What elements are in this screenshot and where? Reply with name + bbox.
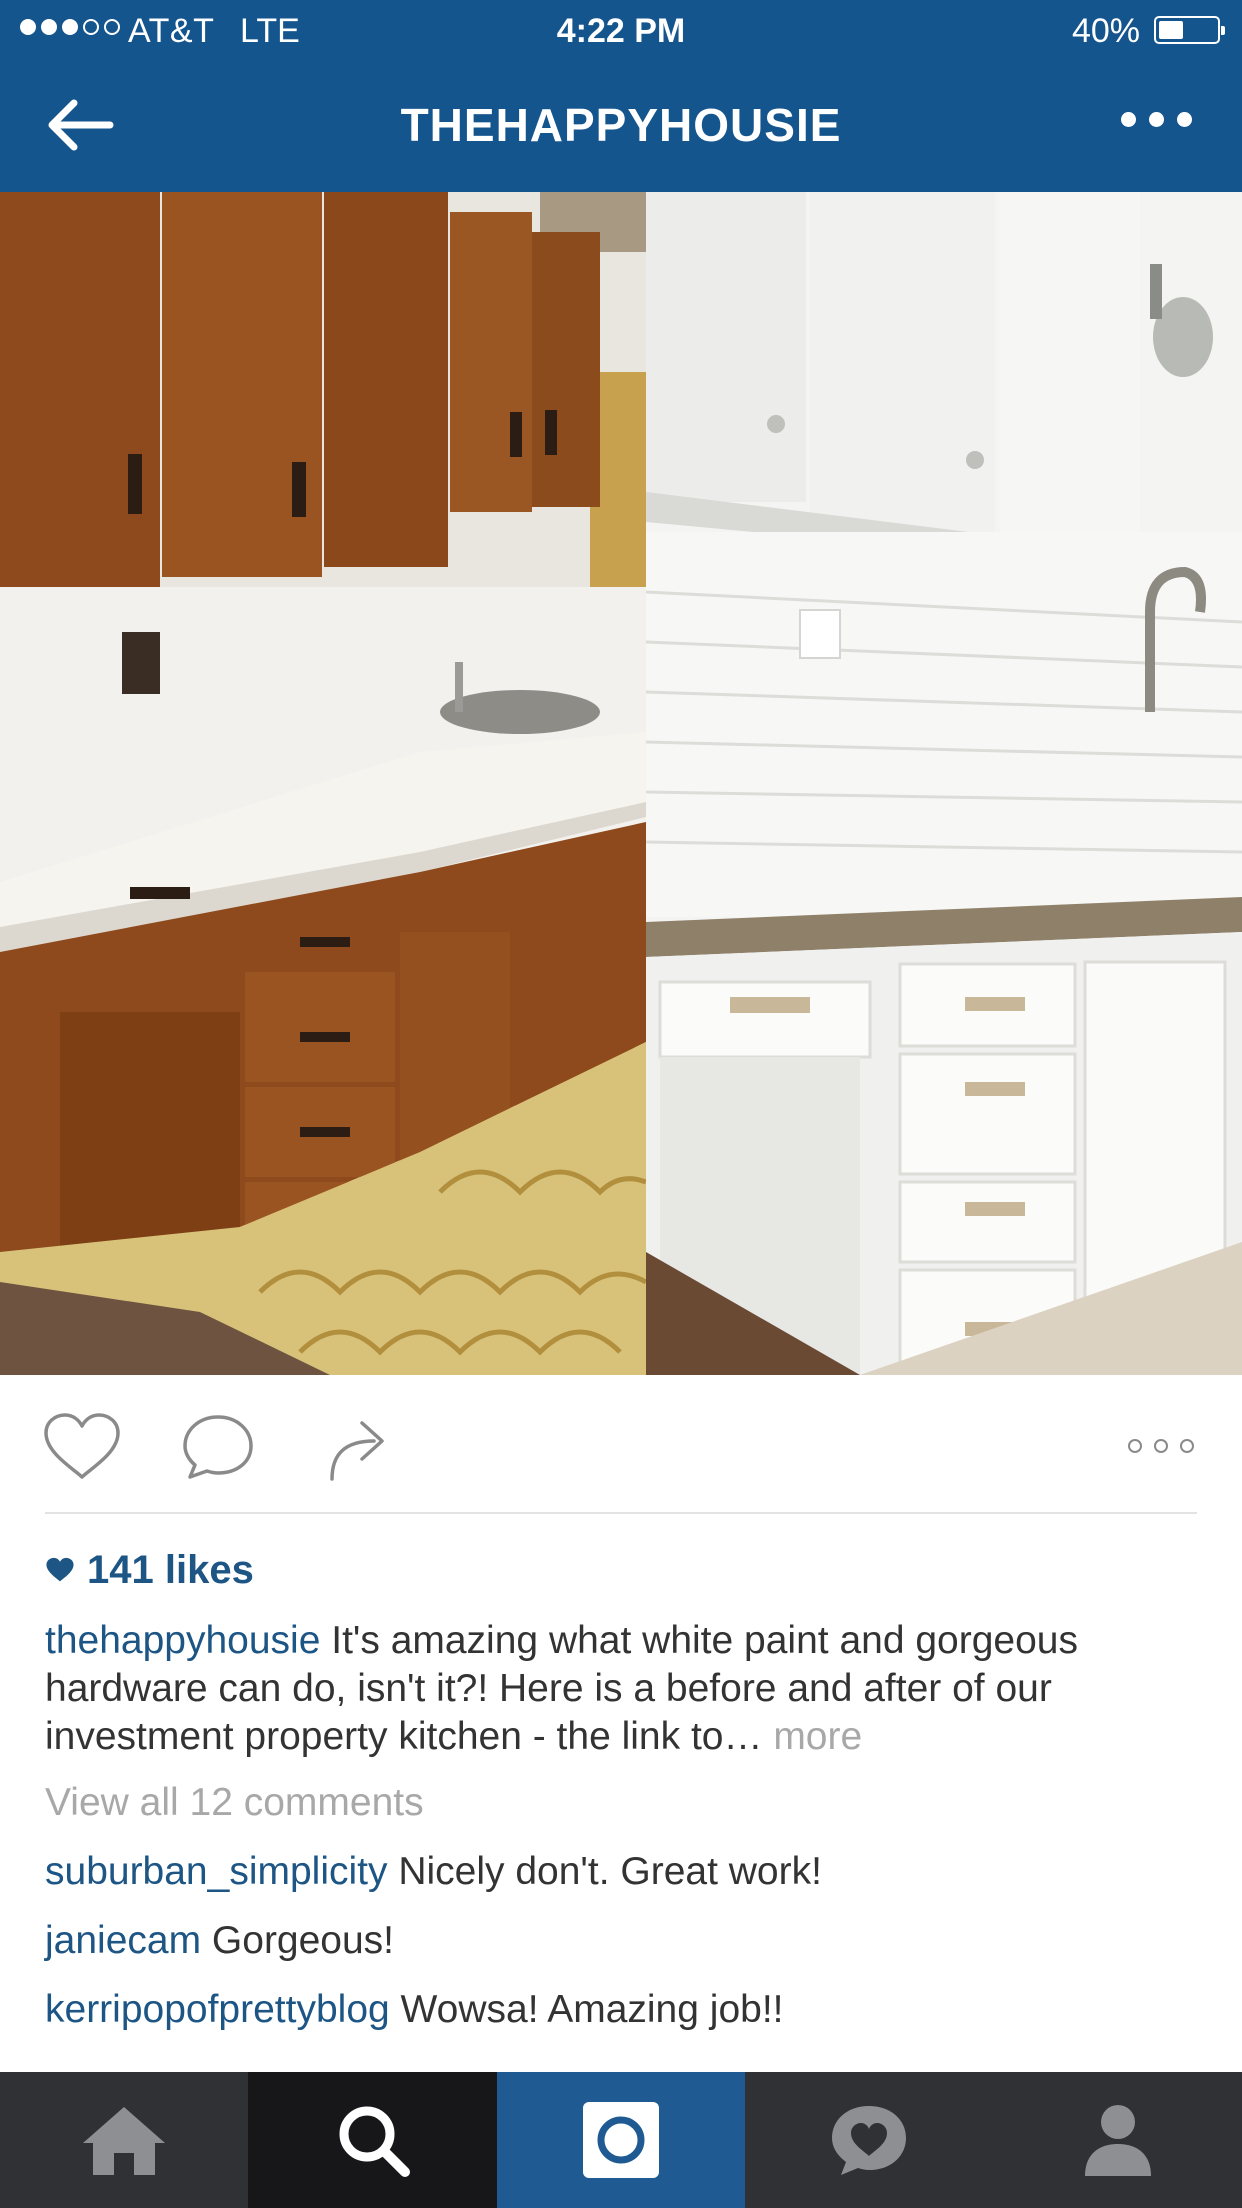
comment-text: Nicely don't. Great work!	[387, 1850, 822, 1893]
comment-bubble-icon[interactable]	[180, 1411, 256, 1488]
battery-icon	[1154, 16, 1225, 44]
page-title: THEHAPPYHOUSIE	[400, 99, 842, 151]
caption-username[interactable]: thehappyhousie	[45, 1619, 320, 1662]
comment-text: Gorgeous!	[201, 1919, 395, 1962]
comment-username[interactable]: kerripopofprettyblog	[45, 1988, 390, 2031]
comment-row: suburban_simplicity Nicely don't. Great …	[45, 1848, 1205, 1896]
post-actions	[0, 1375, 1242, 1513]
status-bar: AT&T LTE 4:22 PM 40%	[0, 0, 1242, 62]
tab-camera[interactable]	[496, 2072, 746, 2208]
profile-icon	[1084, 2105, 1151, 2176]
caption-more-link[interactable]: more	[762, 1715, 862, 1758]
tab-search[interactable]	[248, 2072, 497, 2208]
view-all-comments-link[interactable]: View all 12 comments	[45, 1779, 1205, 1827]
tab-home[interactable]	[0, 2072, 248, 2208]
after-image	[645, 192, 1242, 1375]
activity-heart-icon	[832, 2106, 907, 2175]
more-dots-icon[interactable]	[1121, 112, 1192, 127]
post-options-icon[interactable]	[1128, 1439, 1194, 1453]
kitchen-before-after-photo[interactable]	[0, 192, 1242, 1375]
likes-label: 141 likes	[87, 1548, 254, 1592]
battery-percent: 40%	[1071, 12, 1140, 50]
divider	[45, 1512, 1197, 1514]
heart-icon[interactable]	[40, 1411, 124, 1488]
camera-icon	[583, 2102, 660, 2178]
comment-row: kerripopofprettyblog Wowsa! Amazing job!…	[45, 1986, 1205, 2034]
tab-bar	[0, 2072, 1242, 2208]
caption: thehappyhousie It's amazing what white p…	[45, 1617, 1205, 1761]
tab-profile[interactable]	[994, 2072, 1242, 2208]
before-image	[0, 192, 648, 1375]
home-icon	[83, 2107, 166, 2175]
tab-activity[interactable]	[745, 2072, 993, 2208]
share-arrow-icon[interactable]	[324, 1411, 390, 1488]
likes-count[interactable]: 141 likes	[45, 1546, 1205, 1594]
comment-text: Wowsa! Amazing job!!	[389, 1988, 784, 2031]
comment-row: janiecam Gorgeous!	[45, 1917, 1205, 1965]
likes-heart-icon	[46, 1557, 74, 1582]
search-icon	[339, 2106, 410, 2177]
status-time: 4:22 PM	[556, 12, 686, 50]
top-bar: AT&T LTE 4:22 PM 40% THEHAPPYHOUSIE	[0, 0, 1242, 192]
comment-username[interactable]: suburban_simplicity	[45, 1850, 388, 1893]
comment-username[interactable]: janiecam	[45, 1919, 201, 1962]
